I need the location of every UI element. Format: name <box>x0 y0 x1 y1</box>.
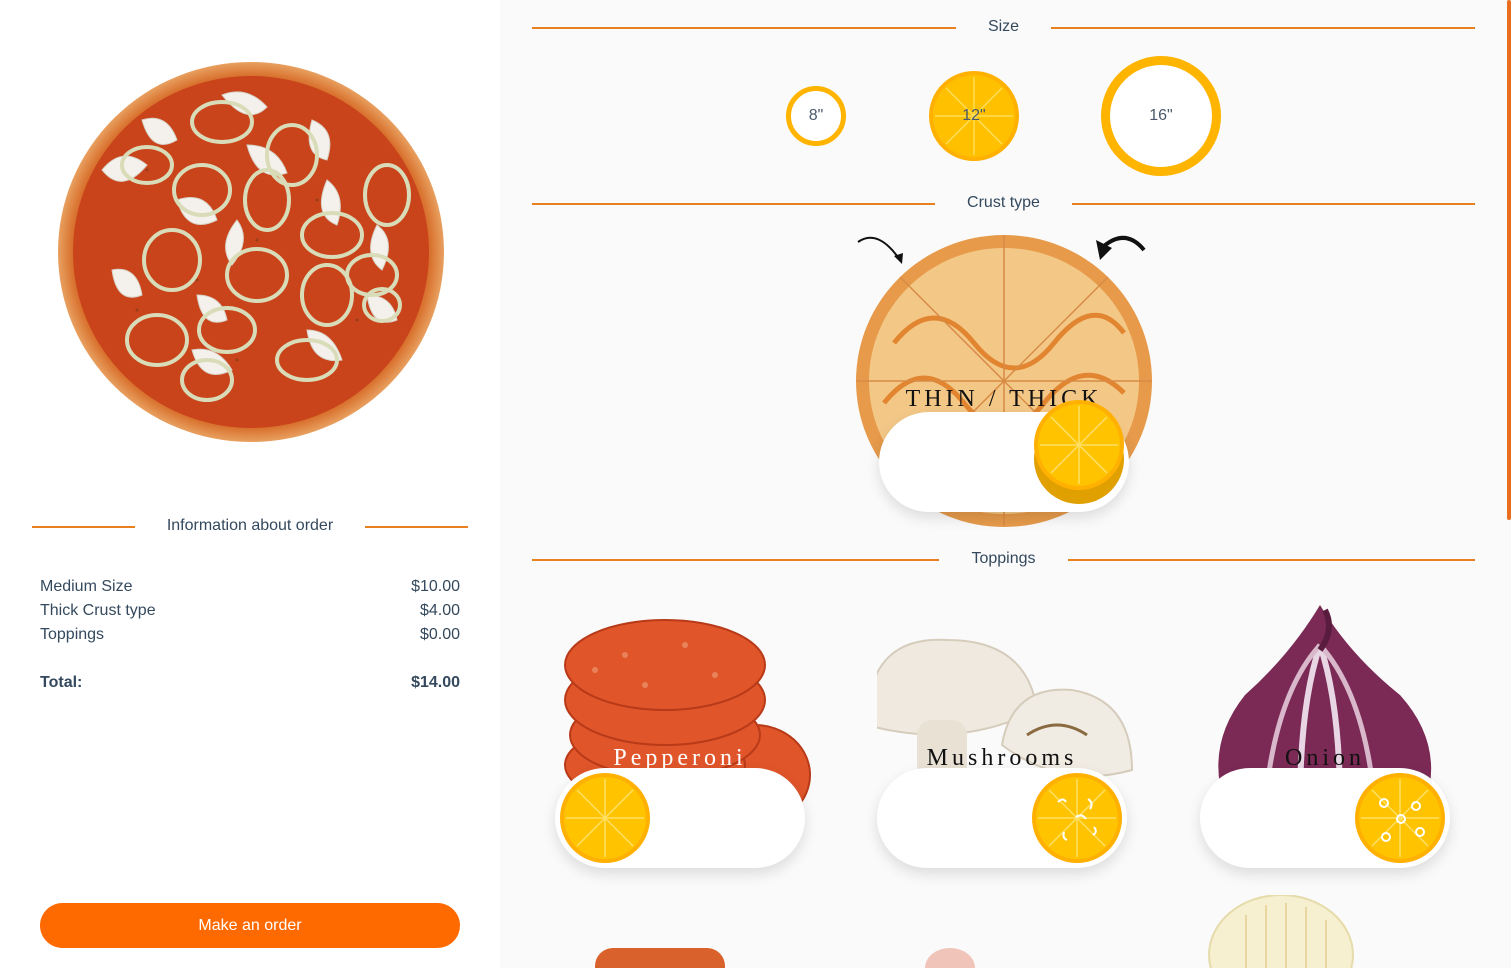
order-row-price: $10.00 <box>411 578 460 595</box>
topping-card-mushrooms: Mushrooms <box>877 605 1147 875</box>
order-row-label: Thick Crust type <box>40 602 156 619</box>
order-total-label: Total: <box>40 674 83 691</box>
order-row-price: $0.00 <box>419 626 460 643</box>
pizza-preview-image <box>58 62 444 442</box>
size-label: 16" <box>1149 107 1173 124</box>
make-order-button[interactable]: Make an order <box>40 903 460 948</box>
toggle-knob[interactable] <box>1355 773 1445 863</box>
order-summary-list: Medium Size $10.00 Thick Crust type $4.0… <box>40 578 460 650</box>
order-row-label: Toppings <box>40 626 105 643</box>
mushroom-topping-icon <box>1038 779 1116 857</box>
cheese-image <box>1208 895 1354 968</box>
order-total-value: $14.00 <box>411 674 460 691</box>
order-info-divider: Information about order <box>32 517 468 537</box>
order-row-toppings: Toppings $0.00 <box>40 626 460 650</box>
ham-image <box>925 948 975 968</box>
scrollbar[interactable] <box>1507 0 1511 520</box>
order-row-label: Medium Size <box>40 578 133 595</box>
order-row-crust: Thick Crust type $4.00 <box>40 602 460 626</box>
pizza-slices-icon <box>1040 406 1118 484</box>
size-divider: Size <box>532 18 1475 38</box>
onion-toggle[interactable] <box>1200 768 1450 868</box>
size-16-button[interactable]: 16" <box>1101 56 1221 176</box>
crust-toggle[interactable] <box>879 400 1129 512</box>
curved-arrow-icon <box>857 236 903 264</box>
toggle-knob[interactable] <box>1034 400 1124 490</box>
order-row-size: Medium Size $10.00 <box>40 578 460 602</box>
topping-card-onion: Onion <box>1200 605 1470 875</box>
topping-card-pepperoni: Pepperoni <box>555 605 825 875</box>
mushrooms-toggle[interactable] <box>877 768 1127 868</box>
size-label: 8" <box>808 107 824 124</box>
size-12-button[interactable]: 12" <box>929 71 1019 161</box>
sausage-image <box>595 948 725 968</box>
crust-divider: Crust type <box>532 194 1475 214</box>
size-8-button[interactable]: 8" <box>786 86 846 146</box>
pepperoni-toggle[interactable] <box>555 768 805 868</box>
size-label: 12" <box>962 107 986 124</box>
pizza-slices-icon <box>566 779 644 857</box>
rotate-arrow-icon <box>1096 236 1146 260</box>
toggle-knob[interactable] <box>1032 773 1122 863</box>
toggle-knob[interactable] <box>560 773 650 863</box>
onion-topping-icon <box>1361 779 1439 857</box>
toppings-divider: Toppings <box>532 550 1475 570</box>
order-row-price: $4.00 <box>419 602 460 619</box>
order-total: Total: $14.00 <box>40 674 460 692</box>
builder-panel: Size 8" 12" 16" Crust type THIN / THICK … <box>500 0 1511 968</box>
order-panel: Information about order Medium Size $10.… <box>0 0 500 968</box>
